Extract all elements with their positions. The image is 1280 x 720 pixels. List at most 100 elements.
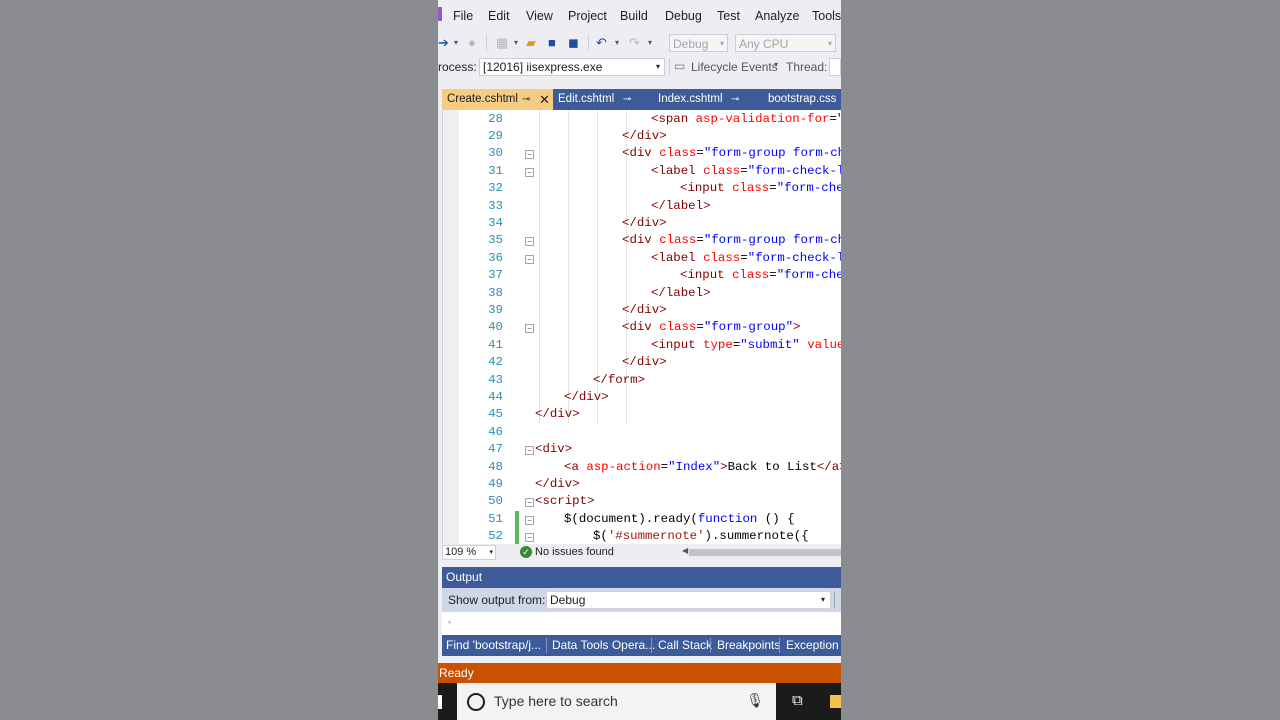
code-token: div: [629, 320, 652, 335]
tab-index-cshtml[interactable]: Index.cshtml ⊸: [653, 89, 763, 110]
process-label: rocess:: [438, 60, 477, 74]
open-folder-icon[interactable]: ▰: [526, 35, 536, 51]
line-number: 47: [488, 442, 503, 457]
tab-call-stack[interactable]: Call Stack: [658, 635, 712, 656]
menu-analyze[interactable]: Analyze: [755, 9, 799, 23]
new-item-dropdown-icon[interactable]: ▾: [514, 35, 518, 51]
line-number: 35: [488, 233, 503, 248]
code-line: <div class="form-group form-ch: [622, 232, 841, 249]
undo-icon[interactable]: ↶: [596, 35, 607, 51]
lifecycle-icon: ▭: [674, 59, 686, 73]
lifecycle-dropdown-icon[interactable]: ▾: [774, 60, 778, 69]
code-token: label: [658, 250, 696, 265]
code-editor[interactable]: 28<span asp-validation-for="29</div>30−<…: [442, 110, 841, 544]
tab-data-tools-operations[interactable]: Data Tools Opera...: [552, 635, 655, 656]
back-dropdown-icon[interactable]: ▾: [454, 35, 458, 51]
line-number: 31: [488, 163, 503, 178]
pin-icon[interactable]: ⊸: [731, 89, 739, 110]
configuration-dropdown[interactable]: Debug ▾: [669, 34, 728, 52]
microphone-icon[interactable]: 🎙: [746, 692, 764, 709]
menu-file[interactable]: File: [453, 9, 473, 23]
collapse-icon[interactable]: −: [525, 515, 534, 525]
redo-icon[interactable]: ↷: [629, 35, 640, 51]
code-token: </: [816, 459, 832, 474]
code-token: '#summernote': [607, 529, 705, 544]
pin-icon[interactable]: ⊸: [522, 89, 530, 110]
menu-test[interactable]: Test: [717, 9, 740, 23]
tab-find-results[interactable]: Find 'bootstrap/j...: [446, 635, 541, 656]
horizontal-scrollbar[interactable]: [689, 549, 841, 556]
lifecycle-events-button[interactable]: Lifecycle Events: [691, 60, 778, 74]
issues-status[interactable]: No issues found: [535, 546, 614, 558]
code-line: </div>: [622, 354, 667, 371]
code-token: value: [807, 337, 841, 352]
code-token: asp-validation-for: [695, 111, 830, 126]
code-token: >: [659, 355, 667, 370]
forward-icon[interactable]: ●: [468, 35, 476, 51]
menu-build[interactable]: Build: [620, 9, 648, 23]
code-token: =: [769, 268, 777, 283]
collapse-icon[interactable]: −: [525, 237, 534, 247]
right-background: [841, 0, 1280, 720]
search-placeholder: Type here to search: [494, 693, 618, 709]
code-token: </: [651, 198, 666, 213]
line-number: 51: [488, 511, 503, 526]
collapse-icon[interactable]: −: [525, 498, 534, 508]
menu-view[interactable]: View: [526, 9, 553, 23]
collapse-icon[interactable]: −: [525, 167, 534, 177]
save-icon[interactable]: ■: [548, 35, 556, 51]
redo-dropdown-icon[interactable]: ▾: [648, 35, 652, 51]
thread-dropdown[interactable]: [829, 58, 841, 76]
collapse-icon[interactable]: −: [525, 254, 534, 264]
code-token: >: [659, 215, 667, 230]
code-line: <label class="form-check-l: [651, 250, 841, 267]
menu-project[interactable]: Project: [568, 9, 607, 23]
vs-logo-icon: [438, 7, 442, 21]
new-item-icon[interactable]: ▦: [496, 35, 508, 51]
indent-guide: [568, 110, 569, 424]
tab-label: bootstrap.css: [768, 93, 837, 105]
line-number: 40: [488, 320, 503, 335]
task-view-icon[interactable]: ⧉: [792, 692, 803, 709]
tab-bootstrap-css[interactable]: bootstrap.css: [763, 89, 841, 110]
editor-status-bar: 109 % ▾ ✓ No issues found ◀: [442, 544, 841, 561]
code-token: class: [732, 181, 770, 196]
tab-exception-settings[interactable]: Exception S: [786, 635, 841, 656]
collapse-icon[interactable]: −: [525, 324, 534, 334]
taskbar-search-box[interactable]: Type here to search 🎙: [457, 683, 776, 720]
code-token: class: [703, 163, 741, 178]
scroll-left-icon[interactable]: ◀: [682, 546, 688, 555]
pin-icon[interactable]: ⊸: [623, 89, 631, 110]
tab-edit-cshtml[interactable]: Edit.cshtml ⊸: [553, 89, 653, 110]
tab-breakpoints[interactable]: Breakpoints: [717, 635, 780, 656]
back-arrow-icon[interactable]: ➔: [438, 35, 449, 51]
menu-debug[interactable]: Debug: [665, 9, 702, 23]
code-token: >: [572, 407, 580, 422]
menu-edit[interactable]: Edit: [488, 9, 510, 23]
platform-dropdown[interactable]: Any CPU ▾: [735, 34, 836, 52]
code-token: =: [829, 111, 837, 126]
code-token: "form-check-l: [747, 250, 841, 265]
code-line: $(document).ready(function () {: [564, 511, 795, 528]
menu-tools[interactable]: Tools: [812, 9, 841, 23]
zoom-dropdown[interactable]: 109 % ▾: [442, 545, 496, 560]
collapse-icon[interactable]: −: [525, 150, 534, 160]
debug-location-toolbar: rocess: [12016] iisexpress.exe ▾ ▭ Lifecy…: [438, 55, 841, 79]
code-token: >: [793, 320, 801, 335]
collapse-icon[interactable]: −: [525, 446, 534, 456]
windows-start-icon[interactable]: [438, 695, 442, 709]
close-icon[interactable]: ✕: [539, 89, 550, 110]
scroll-left-icon[interactable]: ◂: [447, 618, 451, 626]
code-token: >: [839, 460, 841, 474]
windows-taskbar: Type here to search 🎙 ⧉: [438, 683, 841, 720]
tab-create-cshtml[interactable]: Create.cshtml ⊸ ✕: [442, 89, 553, 110]
code-line: <a asp-action="Index">Back to List</a>: [564, 459, 841, 476]
output-source-dropdown[interactable]: Debug ▾: [546, 591, 831, 609]
undo-dropdown-icon[interactable]: ▾: [615, 35, 619, 51]
file-explorer-icon[interactable]: [830, 695, 841, 708]
save-all-icon[interactable]: ◼: [568, 35, 579, 51]
collapse-icon[interactable]: −: [525, 533, 534, 543]
line-number: 41: [488, 337, 503, 352]
output-text-area[interactable]: ◂: [442, 612, 841, 635]
process-dropdown[interactable]: [12016] iisexpress.exe ▾: [479, 58, 665, 76]
